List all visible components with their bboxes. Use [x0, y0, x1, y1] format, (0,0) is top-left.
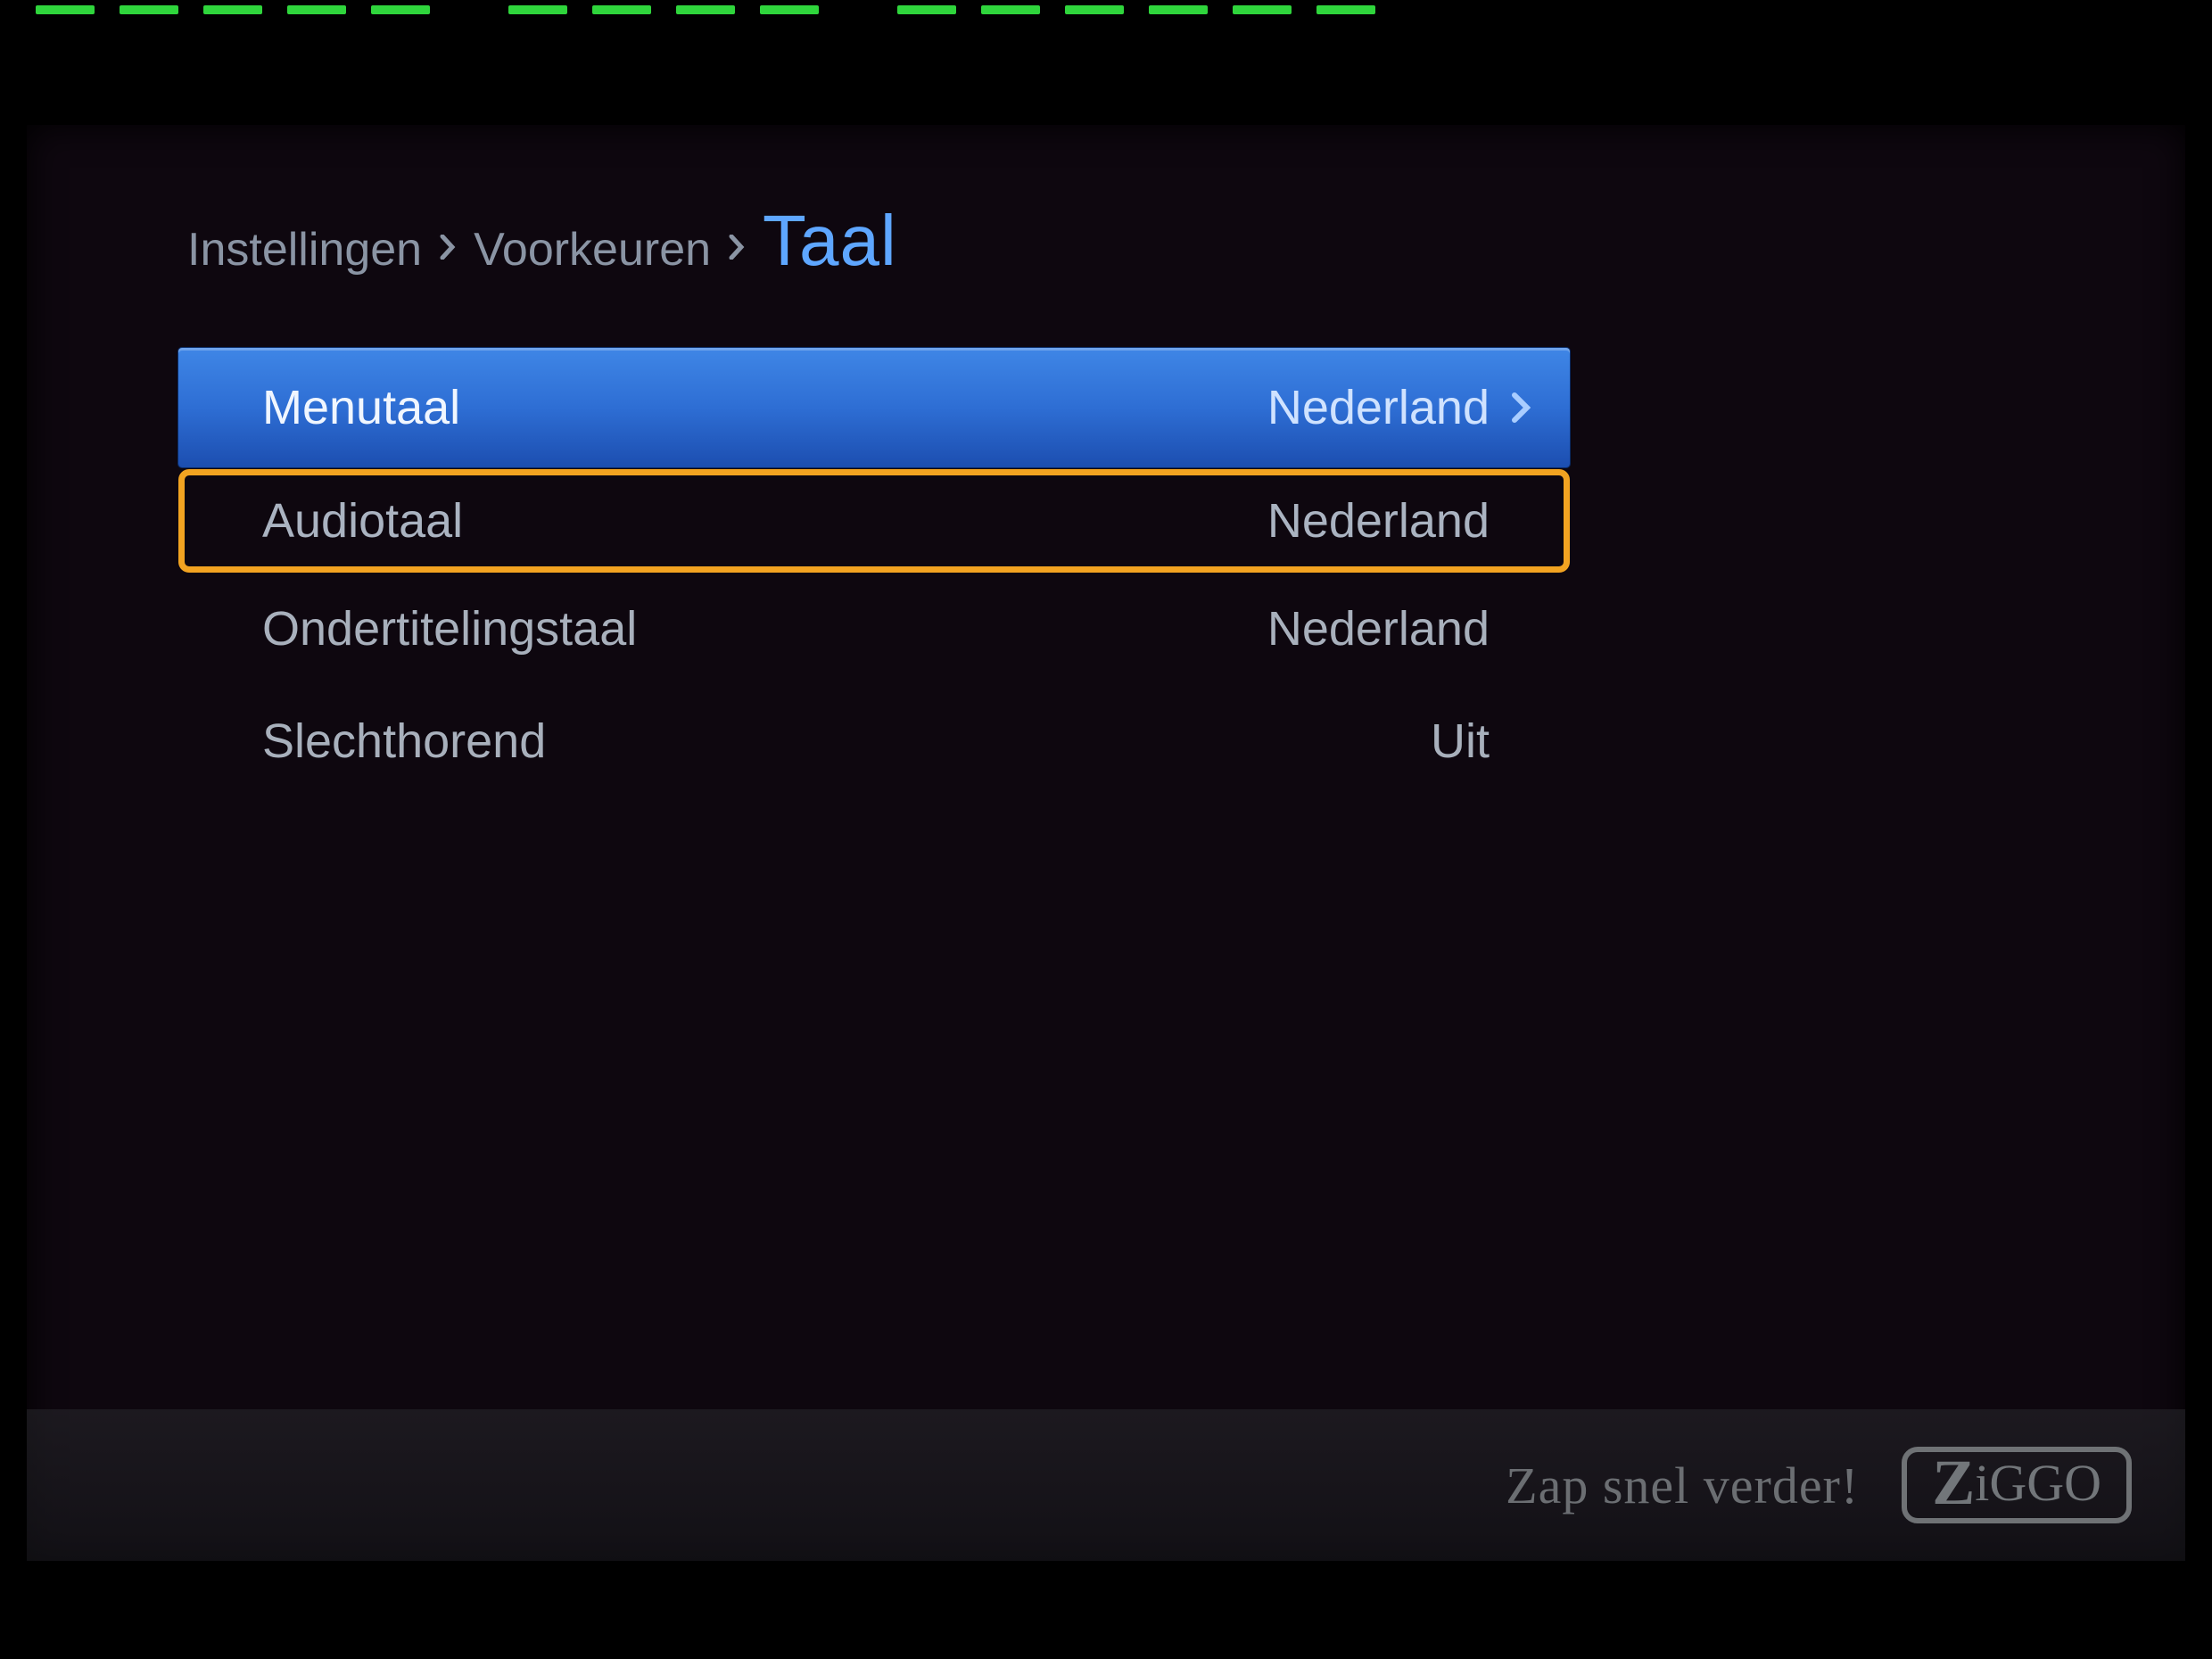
language-menu: Menutaal Nederland Audiotaal Nederland O… — [178, 348, 1570, 797]
breadcrumb-current: Taal — [763, 205, 897, 276]
menu-item-label: Audiotaal — [262, 493, 1267, 549]
menu-item-label: Ondertitelingstaal — [262, 601, 1267, 656]
bottom-black-bar — [0, 1561, 2212, 1659]
brand-label: iGGO — [1975, 1457, 2101, 1509]
menu-item-ondertitelingstaal[interactable]: Ondertitelingstaal Nederland — [178, 573, 1570, 685]
menu-item-value: Uit — [1431, 714, 1498, 769]
chevron-right-icon — [729, 235, 745, 260]
ziggo-logo: ZiGGO — [1902, 1447, 2132, 1523]
menu-item-label: Slechthorend — [262, 714, 1431, 769]
top-dashes — [36, 5, 2212, 23]
menu-item-value: Nederland — [1267, 380, 1498, 435]
breadcrumb-item[interactable]: Instellingen — [187, 223, 422, 276]
menu-item-audiotaal[interactable]: Audiotaal Nederland — [178, 469, 1570, 573]
chevron-right-icon — [1498, 392, 1531, 424]
settings-panel — [27, 125, 2185, 1561]
menu-item-label: Menutaal — [262, 380, 1267, 435]
chevron-right-icon — [440, 235, 456, 260]
menu-item-slechthorend[interactable]: Slechthorend Uit — [178, 685, 1570, 797]
footer-text: Zap snel verder! — [1506, 1456, 1859, 1515]
breadcrumb-item[interactable]: Voorkeuren — [474, 223, 711, 276]
menu-item-menutaal[interactable]: Menutaal Nederland — [178, 348, 1570, 467]
menu-item-value: Nederland — [1267, 493, 1498, 549]
menu-item-value: Nederland — [1267, 601, 1498, 656]
footer-bar: Zap snel verder! ZiGGO — [27, 1409, 2185, 1561]
breadcrumb: Instellingen Voorkeuren Taal — [187, 205, 897, 276]
